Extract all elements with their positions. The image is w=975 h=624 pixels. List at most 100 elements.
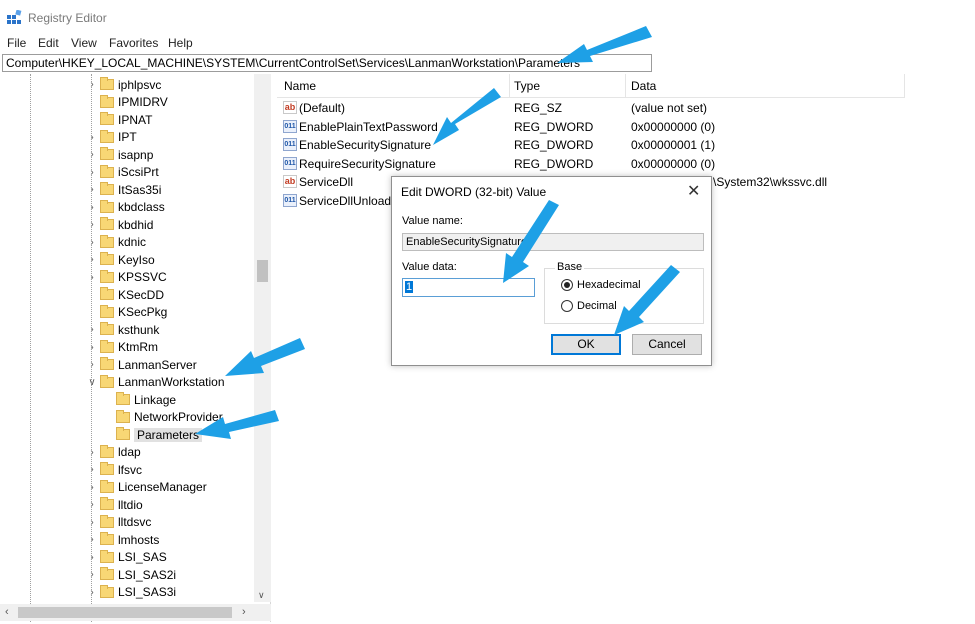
tree-item[interactable]: IPMIDRV: [86, 94, 168, 111]
chevron-right-icon[interactable]: ›: [86, 517, 98, 528]
table-row[interactable]: 011 RequireSecuritySignature REG_DWORD 0x00…: [277, 155, 975, 173]
menu-file[interactable]: File: [7, 36, 26, 50]
tree-item-label: iScsiPrt: [118, 165, 159, 179]
tree-item[interactable]: › KtmRm: [86, 339, 158, 356]
tree-item[interactable]: › kdnic: [86, 234, 146, 251]
tree-item[interactable]: › iphlpsvc: [86, 76, 161, 93]
table-row[interactable]: 011 EnableSecuritySignature REG_DWORD 0x000…: [277, 136, 975, 154]
scroll-left-icon[interactable]: ‹: [5, 606, 9, 618]
chevron-right-icon[interactable]: ›: [86, 219, 98, 230]
menu-help[interactable]: Help: [168, 36, 193, 50]
chevron-right-icon[interactable]: ›: [86, 202, 98, 213]
chevron-right-icon[interactable]: ›: [86, 447, 98, 458]
chevron-right-icon[interactable]: ›: [86, 254, 98, 265]
tree-item[interactable]: ∨ LanmanWorkstation: [86, 374, 225, 391]
dword-value-icon: 011: [283, 156, 297, 170]
tree-item[interactable]: Parameters: [102, 426, 203, 443]
chevron-right-icon[interactable]: ›: [86, 359, 98, 370]
chevron-right-icon[interactable]: ›: [86, 464, 98, 475]
table-row[interactable]: ab (Default) REG_SZ (value not set): [277, 99, 975, 117]
menu-favorites[interactable]: Favorites: [109, 36, 158, 50]
value-name: EnablePlainTextPassword: [299, 119, 438, 134]
value-data-text: 1: [405, 281, 414, 293]
column-divider[interactable]: [509, 74, 510, 98]
tree-item[interactable]: › ItSas35i: [86, 181, 161, 198]
chevron-right-icon[interactable]: ›: [86, 324, 98, 335]
ok-button[interactable]: OK: [551, 334, 621, 355]
tree-item[interactable]: IPNAT: [86, 111, 152, 128]
chevron-right-icon[interactable]: ›: [86, 342, 98, 353]
tree-item[interactable]: › lfsvc: [86, 461, 142, 478]
cancel-button[interactable]: Cancel: [632, 334, 702, 355]
tree-item[interactable]: › lltdsvc: [86, 514, 151, 531]
column-divider[interactable]: [904, 74, 905, 98]
value-data: 0x00000000 (0): [631, 119, 716, 134]
tree-horizontal-scrollbar[interactable]: ‹ ›: [0, 604, 271, 621]
table-row[interactable]: 011 EnablePlainTextPassword REG_DWORD 0x000…: [277, 118, 975, 136]
close-icon[interactable]: ✕: [687, 181, 700, 201]
tree-item[interactable]: › lmhosts: [86, 531, 159, 548]
tree-item[interactable]: Linkage: [102, 391, 176, 408]
radio-selected-icon[interactable]: [561, 279, 573, 291]
tree-item[interactable]: › kbdhid: [86, 216, 153, 233]
column-divider[interactable]: [625, 74, 626, 98]
chevron-right-icon[interactable]: ›: [86, 499, 98, 510]
tree-item[interactable]: › lltdio: [86, 496, 143, 513]
chevron-right-icon[interactable]: ›: [86, 132, 98, 143]
tree-item[interactable]: › LSI_SAS: [86, 549, 167, 566]
tree-item-label: Linkage: [134, 392, 177, 407]
list-header: Name Type Data: [277, 74, 905, 98]
tree-item[interactable]: › KPSSVC: [86, 269, 167, 286]
folder-icon: [100, 532, 114, 545]
chevron-right-icon[interactable]: ›: [86, 272, 98, 283]
chevron-right-icon[interactable]: ›: [86, 569, 98, 580]
chevron-right-icon[interactable]: ›: [86, 79, 98, 90]
tree-item[interactable]: KSecPkg: [86, 304, 167, 321]
chevron-right-icon[interactable]: ›: [86, 237, 98, 248]
tree-item[interactable]: NetworkProvider: [102, 409, 223, 426]
column-type[interactable]: Type: [514, 79, 540, 93]
tree-item[interactable]: › iScsiPrt: [86, 164, 159, 181]
scroll-down-icon[interactable]: ∨: [258, 590, 265, 601]
chevron-right-icon[interactable]: ›: [86, 534, 98, 545]
tree-item[interactable]: › ksthunk: [86, 321, 159, 338]
tree-item[interactable]: › LanmanServer: [86, 356, 197, 373]
column-data[interactable]: Data: [631, 79, 656, 93]
tree-item-label: LSI_SAS: [118, 550, 167, 564]
radio-unselected-icon[interactable]: [561, 300, 573, 312]
chevron-right-icon[interactable]: ›: [86, 184, 98, 195]
tree-item[interactable]: › isapnp: [86, 146, 153, 163]
scroll-right-icon[interactable]: ›: [242, 606, 246, 618]
tree-pane[interactable]: › iphlpsvc IPMIDRV IPNAT › IPT › isapnp › iScsiPr…: [0, 74, 271, 622]
folder-icon: [100, 339, 114, 353]
folder-icon: [100, 182, 114, 195]
tree-item[interactable]: › LicenseManager: [86, 479, 207, 496]
column-name[interactable]: Name: [284, 79, 316, 93]
tree-item[interactable]: › ldap: [86, 444, 141, 461]
chevron-right-icon[interactable]: ›: [86, 149, 98, 160]
tree-scroll-thumb[interactable]: [257, 260, 268, 282]
chevron-right-icon[interactable]: ›: [86, 552, 98, 563]
tree-hscroll-thumb[interactable]: [18, 607, 232, 618]
decimal-option[interactable]: Decimal: [561, 300, 617, 312]
tree-item[interactable]: KSecDD: [86, 286, 164, 303]
menu-edit[interactable]: Edit: [38, 36, 59, 50]
tree-item[interactable]: › kbdclass: [86, 199, 165, 216]
tree-item[interactable]: › IPT: [86, 129, 137, 146]
tree-vertical-scrollbar[interactable]: ∨: [254, 74, 271, 602]
value-data-input[interactable]: 1: [402, 278, 535, 297]
tree-item[interactable]: › KeyIso: [86, 251, 155, 268]
tree-item[interactable]: › LSI_SAS3i: [86, 584, 176, 601]
tree-item-label: ItSas35i: [118, 182, 162, 197]
tree-item-label: KSecDD: [118, 287, 165, 302]
chevron-right-icon[interactable]: ›: [86, 587, 98, 598]
chevron-down-icon[interactable]: ∨: [86, 377, 98, 388]
folder-icon: [116, 409, 130, 423]
tree-item[interactable]: › LSI_SAS2i: [86, 566, 176, 583]
address-bar[interactable]: Computer\HKEY_LOCAL_MACHINE\SYSTEM\Curre…: [2, 54, 652, 72]
folder-icon: [100, 164, 114, 178]
chevron-right-icon[interactable]: ›: [86, 167, 98, 178]
menu-view[interactable]: View: [71, 36, 97, 50]
chevron-right-icon[interactable]: ›: [86, 482, 98, 493]
hexadecimal-option[interactable]: Hexadecimal: [561, 279, 641, 291]
